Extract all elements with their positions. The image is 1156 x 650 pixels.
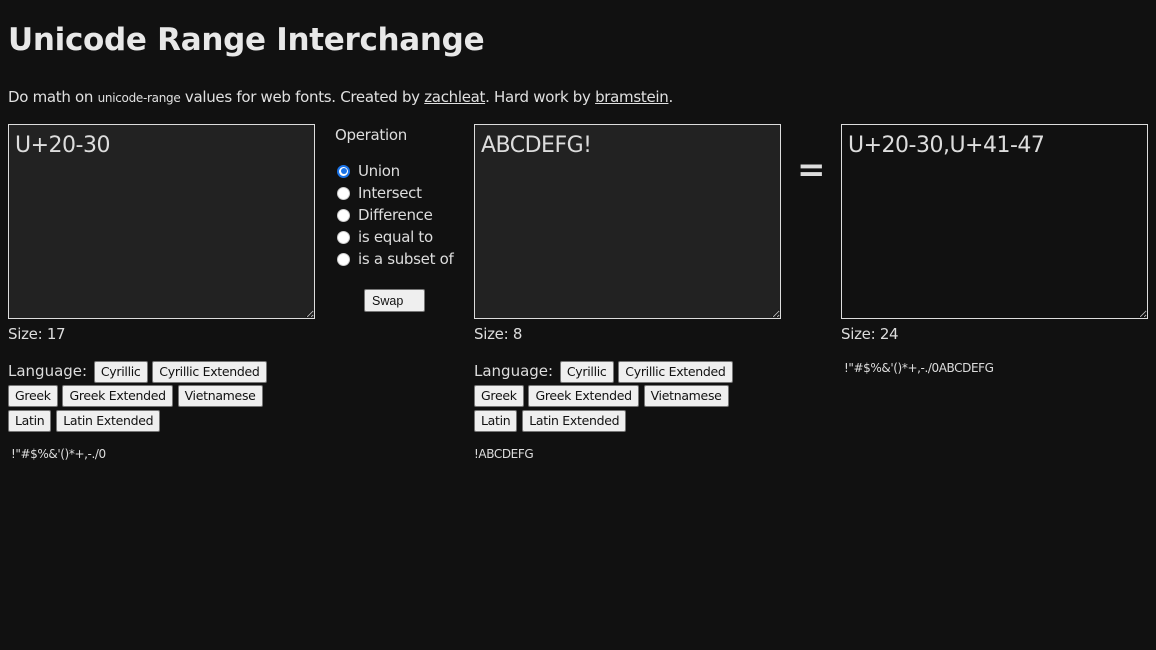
right-cyrillic-button[interactable]: Cyrillic xyxy=(559,360,614,383)
option-intersect[interactable]: Intersect xyxy=(335,182,465,204)
left-characters-preview: !"#$%&'()*+,-./0 xyxy=(11,446,106,461)
left-size: Size: 17 xyxy=(8,325,66,343)
left-greek-extended-button[interactable]: Greek Extended xyxy=(62,385,173,407)
left-vietnamese-button[interactable]: Vietnamese xyxy=(177,385,263,407)
right-range-input[interactable]: ABCDEFG! xyxy=(474,124,781,319)
intro-suffix: . xyxy=(668,88,673,106)
equal-label[interactable]: is equal to xyxy=(358,228,433,246)
left-greek-button[interactable]: Greek xyxy=(8,385,58,407)
intro-prefix: Do math on xyxy=(8,88,98,106)
right-greek-extended-button[interactable]: Greek Extended xyxy=(528,385,639,407)
bramstein-link[interactable]: bramstein xyxy=(595,88,669,106)
left-range-input[interactable]: U+20-30 xyxy=(8,124,315,319)
right-language-label: Language: xyxy=(474,362,554,380)
left-language-group: Language: Cyrillic Cyrillic Extended Gre… xyxy=(8,359,316,433)
equals-sign: = xyxy=(797,150,826,190)
intro-middle: values for web fonts. Created by xyxy=(180,88,425,106)
right-characters-preview: !ABCDEFG xyxy=(474,446,534,461)
option-union[interactable]: Union xyxy=(335,160,465,182)
result-panel: U+20-30,U+41-47 Size: 24 !"#$%&'()*+,-./… xyxy=(841,124,1149,375)
left-latin-extended-button[interactable]: Latin Extended xyxy=(56,409,161,432)
result-size: Size: 24 xyxy=(841,325,899,343)
right-latin-extended-button[interactable]: Latin Extended xyxy=(522,409,627,432)
option-equal[interactable]: is equal to xyxy=(335,226,465,248)
right-range-panel: ABCDEFG! Size: 8 Language: Cyrillic Cyri… xyxy=(474,124,782,461)
option-difference[interactable]: Difference xyxy=(335,204,465,226)
right-latin-button[interactable]: Latin xyxy=(474,409,518,432)
left-cyrillic-button[interactable]: Cyrillic xyxy=(93,360,148,383)
operation-title: Operation xyxy=(335,126,407,144)
difference-label[interactable]: Difference xyxy=(358,206,433,224)
left-language-label: Language: xyxy=(8,362,88,380)
result-output[interactable]: U+20-30,U+41-47 xyxy=(841,124,1148,319)
intersect-label[interactable]: Intersect xyxy=(358,184,422,202)
left-cyrillic-extended-button[interactable]: Cyrillic Extended xyxy=(152,360,267,383)
difference-radio[interactable] xyxy=(337,208,350,222)
intersect-radio[interactable] xyxy=(337,186,350,200)
intro-middle2: . Hard work by xyxy=(485,88,596,106)
option-subset[interactable]: is a subset of xyxy=(335,248,465,270)
subset-radio[interactable] xyxy=(337,252,350,266)
union-label[interactable]: Union xyxy=(358,162,400,180)
equal-radio[interactable] xyxy=(337,230,350,244)
right-greek-button[interactable]: Greek xyxy=(474,385,524,407)
result-characters-preview: !"#$%&'()*+,-./0ABCDEFG xyxy=(844,361,994,375)
operation-panel: Operation Union Intersect Difference is … xyxy=(335,126,465,312)
unicode-range-code: unicode-range xyxy=(97,91,181,105)
right-cyrillic-extended-button[interactable]: Cyrillic Extended xyxy=(618,360,733,383)
right-language-group: Language: Cyrillic Cyrillic Extended Gre… xyxy=(474,359,782,433)
page-title: Unicode Range Interchange xyxy=(8,22,485,58)
left-latin-button[interactable]: Latin xyxy=(8,409,52,432)
right-size: Size: 8 xyxy=(474,325,523,343)
union-radio[interactable] xyxy=(337,164,350,178)
subset-label[interactable]: is a subset of xyxy=(358,250,454,268)
zachleat-link[interactable]: zachleat xyxy=(424,88,485,106)
right-vietnamese-button[interactable]: Vietnamese xyxy=(643,385,729,407)
swap-button[interactable]: Swap xyxy=(364,289,425,312)
intro-text: Do math on unicode-range values for web … xyxy=(8,88,673,106)
left-range-panel: U+20-30 Size: 17 Language: Cyrillic Cyri… xyxy=(8,124,316,461)
